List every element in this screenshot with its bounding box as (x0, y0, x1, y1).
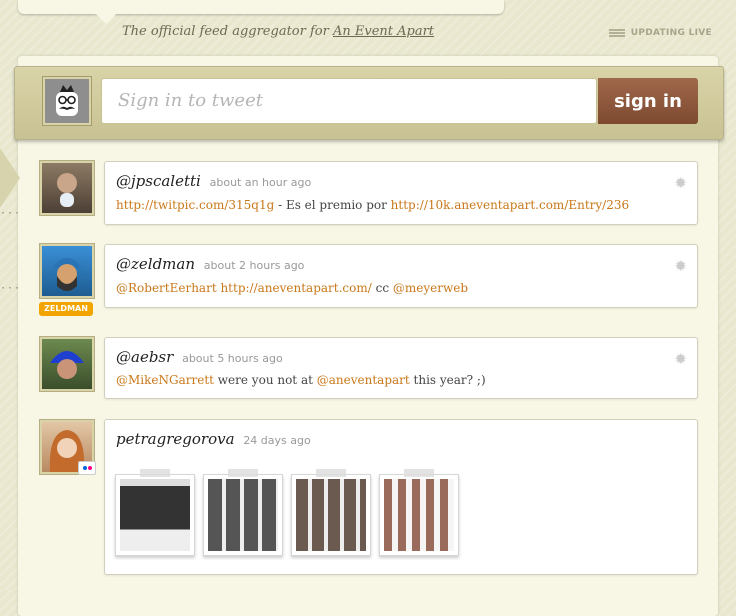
tweet-card: @zeldman about 2 hours ago ✹ @RobertEerh… (104, 244, 698, 308)
event-apart-link[interactable]: An Event Apart (333, 24, 434, 39)
thumbnail-image (120, 479, 190, 551)
tweet-link[interactable]: http://10k.aneventapart.com/Entry/236 (391, 198, 629, 212)
list-icon (608, 29, 625, 37)
updating-label: UPDATING LIVE (630, 28, 712, 38)
tweet-card: @aebsr about 5 hours ago ✹ @MikeNGarrett… (104, 337, 698, 399)
tagline: The official feed aggregator for An Even… (122, 24, 434, 39)
thumbnail-image (384, 479, 454, 551)
photo-thumbnail[interactable] (115, 469, 195, 556)
tweet-text: @RobertEerhart http://aneventapart.com/ … (116, 281, 468, 295)
tweet-link[interactable]: @meyerweb (393, 281, 468, 295)
tweet-meta: petragregorova 24 days ago (116, 430, 311, 448)
user-badge: ZELDMAN (39, 302, 93, 316)
tweet-bar: Sign in to tweet sign in (14, 66, 724, 140)
dots-divider: ··· (0, 283, 22, 294)
tweet-link[interactable]: http://twitpic.com/315q1g (116, 198, 274, 212)
tweet-time[interactable]: about 2 hours ago (204, 259, 305, 272)
tagline-prefix: The official feed aggregator for (122, 24, 329, 39)
tweet-link[interactable]: @MikeNGarrett (116, 373, 214, 387)
dots-divider: ··· (0, 208, 22, 219)
tweet-text-plain: were you not at (213, 373, 317, 387)
tweet-time[interactable]: about an hour ago (210, 176, 312, 189)
tweet-link[interactable]: @aneventapart (317, 373, 410, 387)
tweet-time[interactable]: 24 days ago (243, 434, 310, 447)
sign-in-button[interactable]: sign in (598, 78, 698, 124)
tweet-link[interactable]: @RobertEerhart http://aneventapart.com/ (116, 281, 372, 295)
flickr-icon (78, 461, 96, 475)
gear-icon[interactable]: ✹ (674, 350, 687, 368)
gear-icon[interactable]: ✹ (674, 174, 687, 192)
tape (228, 469, 258, 477)
tape (316, 469, 346, 477)
tweet-time[interactable]: about 5 hours ago (182, 352, 283, 365)
tweet-meta: @aebsr about 5 hours ago (116, 348, 283, 366)
gear-icon[interactable]: ✹ (674, 257, 687, 275)
photo-thumbnail[interactable] (291, 469, 371, 556)
tweet-text-plain: - Es el premio por (274, 198, 391, 212)
tweet-username[interactable]: @jpscaletti (116, 172, 201, 190)
tweet-meta: @zeldman about 2 hours ago (116, 255, 304, 273)
tweet-text-plain: cc (371, 281, 393, 295)
tweet-text-plain: this year? ;) (409, 373, 486, 387)
avatar[interactable] (40, 244, 94, 298)
updating-live-indicator: UPDATING LIVE (608, 28, 712, 38)
tweet-username[interactable]: @aebsr (116, 348, 173, 366)
avatar[interactable] (40, 161, 94, 215)
anonymous-avatar-icon (43, 77, 91, 125)
thumbnail-image (296, 479, 366, 551)
tweet-meta: @jpscaletti about an hour ago (116, 172, 311, 190)
photo-thumbnail[interactable] (379, 469, 459, 556)
tweet-username[interactable]: petragregorova (116, 430, 235, 448)
avatar[interactable] (40, 337, 94, 391)
photo-thumbnail[interactable] (203, 469, 283, 556)
tab-pointer (96, 14, 116, 24)
side-arrow (0, 148, 20, 208)
tweet-card: @jpscaletti about an hour ago ✹ http://t… (104, 161, 698, 225)
thumbnail-image (208, 479, 278, 551)
tweet-text: http://twitpic.com/315q1g - Es el premio… (116, 198, 629, 212)
top-tab (18, 0, 504, 24)
tweet-username[interactable]: @zeldman (116, 255, 195, 273)
tweet-text: @MikeNGarrett were you not at @aneventap… (116, 373, 486, 387)
tweet-input[interactable]: Sign in to tweet (101, 78, 597, 124)
tape (140, 469, 170, 477)
tape (404, 469, 434, 477)
